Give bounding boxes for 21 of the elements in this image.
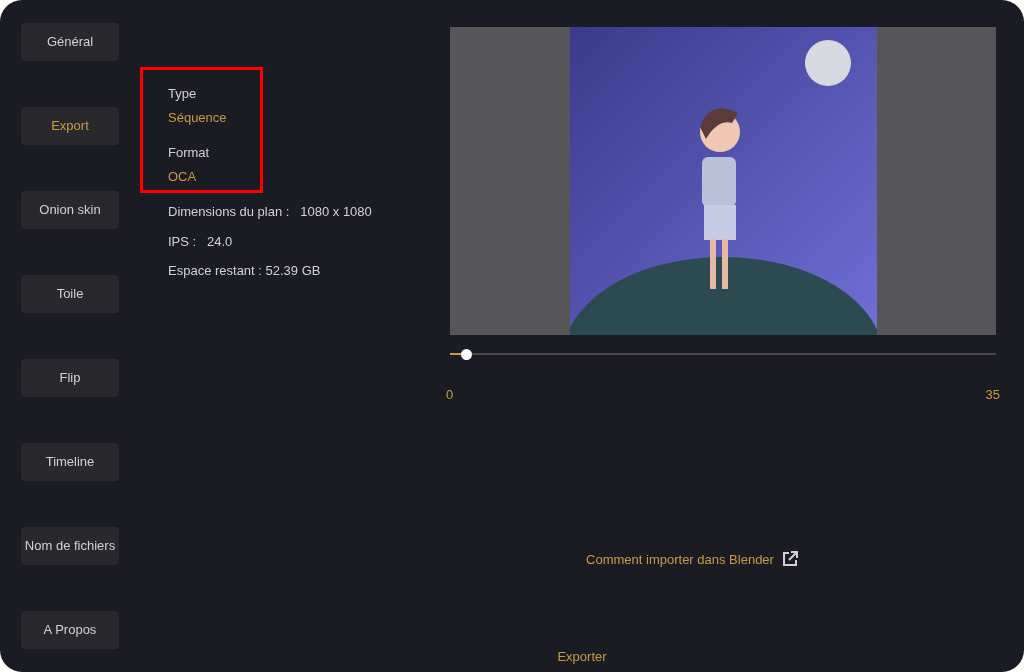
- setting-label: Format: [168, 144, 211, 162]
- timeline-start-label: 0: [446, 386, 454, 404]
- sidebar-tab[interactable]: Timeline: [21, 443, 119, 481]
- sidebar-tab[interactable]: Onion skin: [21, 191, 119, 229]
- external-link-icon: [781, 551, 798, 568]
- sidebar-tab[interactable]: Toile: [21, 275, 119, 313]
- info-text: Espace restant : 52.39 GB: [168, 262, 322, 280]
- export-button[interactable]: Exporter: [557, 647, 607, 667]
- sidebar-tab[interactable]: Export: [21, 107, 119, 145]
- sidebar-tab[interactable]: Général: [21, 23, 119, 61]
- setting-value[interactable]: OCA: [168, 166, 450, 186]
- setting-label: Type: [168, 85, 198, 103]
- sidebar-tab[interactable]: Nom de fichiers: [21, 527, 119, 565]
- sidebar-tab[interactable]: Flip: [21, 359, 119, 397]
- sidebar-tab[interactable]: A Propos: [21, 611, 119, 649]
- info-text: IPS : 24.0: [168, 232, 234, 251]
- setting-value[interactable]: Séquence: [168, 107, 450, 127]
- help-link[interactable]: Comment importer dans Blender: [586, 549, 798, 569]
- timeline-slider[interactable]: [450, 348, 996, 360]
- info-text: Dimensions du plan : 1080 x 1080: [168, 203, 373, 221]
- timeline-end-label: 35: [985, 386, 1000, 404]
